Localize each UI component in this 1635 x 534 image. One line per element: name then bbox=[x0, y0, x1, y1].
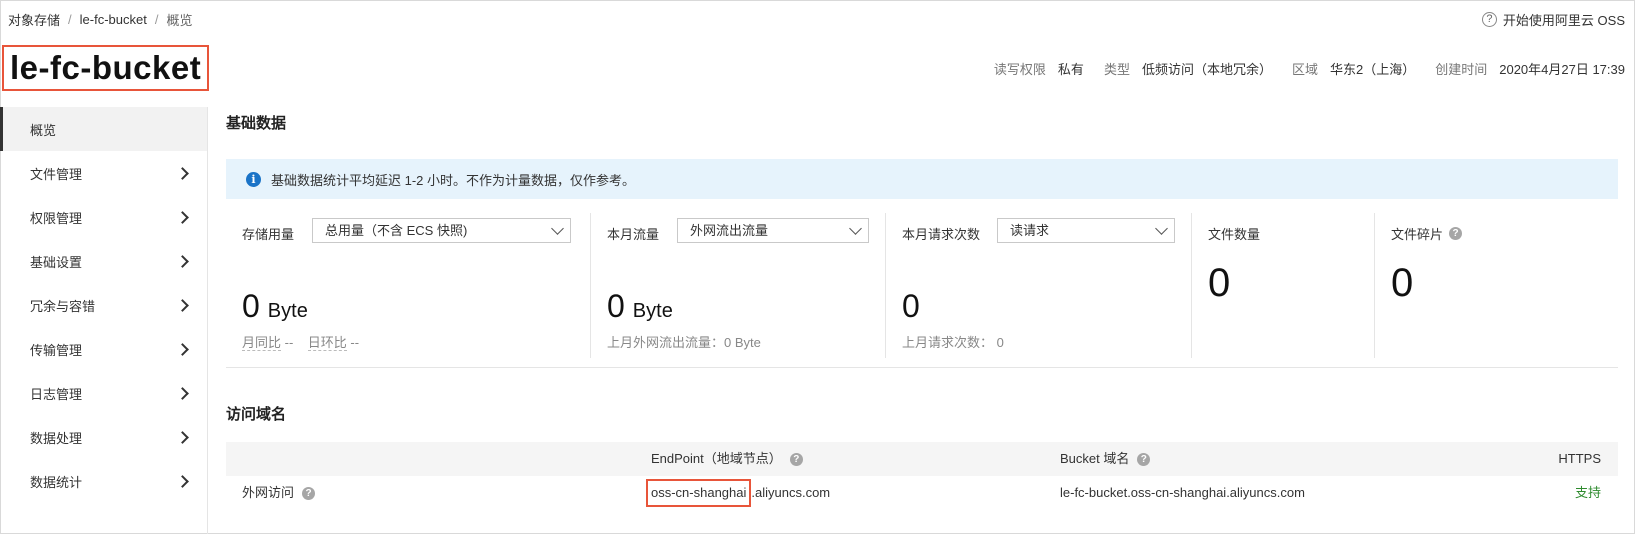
notice-text: 基础数据统计平均延迟 1-2 小时。不作为计量数据，仅作参考。 bbox=[271, 172, 636, 188]
breadcrumb-current: 概览 bbox=[166, 13, 193, 28]
sidebar-item-redundancy[interactable]: 冗余与容错 bbox=[0, 283, 207, 327]
endpoint-table: EndPoint（地域节点）? Bucket 域名? HTTPS 外网访问? o… bbox=[226, 442, 1618, 510]
chevron-right-icon bbox=[176, 298, 189, 312]
sidebar-item-data-processing[interactable]: 数据处理 bbox=[0, 415, 207, 459]
stat-label: 文件碎片? bbox=[1391, 224, 1463, 243]
sidebar-item-overview[interactable]: 概览 bbox=[0, 107, 207, 151]
chevron-right-icon bbox=[176, 254, 189, 268]
basic-data-title: 基础数据 bbox=[226, 115, 287, 132]
chevron-right-icon bbox=[176, 210, 189, 224]
stat-sub: 上月外网流出流量：0 Byte bbox=[607, 335, 761, 350]
getting-started-label: 开始使用阿里云 OSS bbox=[1502, 13, 1625, 28]
stat-fragments: 文件碎片? 0 bbox=[1375, 213, 1618, 358]
stat-value: 0 Byte bbox=[607, 288, 673, 324]
request-type-select[interactable]: 读请求 bbox=[997, 218, 1175, 243]
breadcrumb-oss[interactable]: 对象存储 bbox=[8, 10, 60, 29]
stat-storage: 存储用量 总用量（不含 ECS 快照) 0 Byte 月同比 -- 日环比 -- bbox=[226, 213, 591, 358]
chevron-right-icon bbox=[176, 386, 189, 400]
chevron-right-icon bbox=[176, 474, 189, 488]
chevron-right-icon bbox=[176, 342, 189, 356]
help-icon[interactable]: ? bbox=[302, 486, 316, 500]
notice-banner: i 基础数据统计平均延迟 1-2 小时。不作为计量数据，仅作参考。 bbox=[226, 159, 1618, 199]
stat-value: 0 bbox=[902, 288, 920, 324]
traffic-type-select[interactable]: 外网流出流量 bbox=[677, 218, 869, 243]
section-divider bbox=[226, 367, 1618, 368]
chevron-right-icon bbox=[176, 430, 189, 444]
breadcrumb-separator: / bbox=[68, 12, 72, 27]
stat-label: 存储用量 bbox=[242, 227, 295, 242]
stats-panel: 存储用量 总用量（不含 ECS 快照) 0 Byte 月同比 -- 日环比 -- … bbox=[226, 213, 1618, 358]
stat-compare: 月同比 -- 日环比 -- bbox=[242, 335, 360, 351]
meta-created: 创建时间 2020年4月27日 17:39 bbox=[1435, 62, 1625, 77]
stat-label: 本月流量 bbox=[607, 227, 660, 242]
stat-requests: 本月请求次数 读请求 0 上月请求次数： 0 bbox=[886, 213, 1192, 358]
stat-label: 本月请求次数 bbox=[902, 227, 981, 242]
sidebar: 概览 文件管理 权限管理 基础设置 冗余与容错 传输管理 日志管理 数据处理 数… bbox=[0, 107, 208, 534]
stat-files: 文件数量 0 bbox=[1192, 213, 1375, 358]
header-https: HTTPS bbox=[1558, 451, 1601, 466]
chevron-down-icon bbox=[551, 222, 564, 235]
breadcrumb-separator: / bbox=[154, 12, 159, 27]
chevron-down-icon bbox=[1155, 222, 1168, 235]
breadcrumb-bucket[interactable]: le-fc-bucket bbox=[80, 12, 147, 27]
row-bucket-domain[interactable]: le-fc-bucket.oss-cn-shanghai.aliyuncs.co… bbox=[1060, 476, 1305, 510]
stat-value: 0 bbox=[1208, 261, 1231, 305]
stat-value: 0 bbox=[1391, 261, 1414, 305]
bucket-meta: 读写权限 私有 类型 低频访问（本地冗余） 区域 华东2（上海） 创建时间 2020年4… bbox=[994, 59, 1625, 78]
sidebar-item-permissions[interactable]: 权限管理 bbox=[0, 195, 207, 239]
sidebar-item-basic-settings[interactable]: 基础设置 bbox=[0, 239, 207, 283]
header-endpoint: EndPoint（地域节点）? bbox=[651, 442, 803, 476]
chevron-down-icon bbox=[849, 222, 862, 235]
help-icon[interactable]: ? bbox=[789, 452, 803, 466]
row-type: 外网访问? bbox=[242, 476, 316, 510]
help-icon[interactable]: ? bbox=[1449, 227, 1463, 240]
info-icon: i bbox=[246, 171, 261, 187]
row-endpoint[interactable]: oss-cn-shanghai .aliyuncs.com bbox=[646, 476, 830, 510]
row-https: 支持 bbox=[1574, 485, 1601, 500]
endpoint-highlight: oss-cn-shanghai bbox=[646, 479, 752, 507]
sidebar-item-statistics[interactable]: 数据统计 bbox=[0, 459, 207, 503]
getting-started-link[interactable]: ? 开始使用阿里云 OSS bbox=[1481, 10, 1625, 29]
stat-sub: 上月请求次数： 0 bbox=[902, 335, 1004, 350]
domain-title: 访问域名 bbox=[226, 406, 287, 423]
meta-storage-class: 类型 低频访问（本地冗余） bbox=[1103, 62, 1272, 77]
help-icon[interactable]: ? bbox=[1137, 452, 1151, 466]
chevron-right-icon bbox=[176, 166, 189, 180]
meta-region: 区域 华东2（上海） bbox=[1291, 62, 1416, 77]
meta-acl: 读写权限 私有 bbox=[993, 62, 1084, 77]
question-icon: ? bbox=[1481, 12, 1497, 27]
sidebar-item-logs[interactable]: 日志管理 bbox=[0, 371, 207, 415]
table-header: EndPoint（地域节点）? Bucket 域名? HTTPS bbox=[226, 442, 1618, 476]
sidebar-item-transfer[interactable]: 传输管理 bbox=[0, 327, 207, 371]
storage-type-select[interactable]: 总用量（不含 ECS 快照) bbox=[312, 218, 571, 243]
sidebar-item-files[interactable]: 文件管理 bbox=[0, 151, 207, 195]
stat-label: 文件数量 bbox=[1208, 227, 1261, 242]
table-row: 外网访问? oss-cn-shanghai .aliyuncs.com le-fc… bbox=[226, 476, 1618, 510]
breadcrumb: 对象存储 / le-fc-bucket / 概览 bbox=[8, 10, 192, 29]
stat-traffic: 本月流量 外网流出流量 0 Byte 上月外网流出流量：0 Byte bbox=[591, 213, 886, 358]
header-bucket-domain: Bucket 域名? bbox=[1060, 442, 1151, 476]
stat-value: 0 Byte bbox=[242, 288, 308, 324]
page-title: le-fc-bucket bbox=[2, 45, 210, 91]
